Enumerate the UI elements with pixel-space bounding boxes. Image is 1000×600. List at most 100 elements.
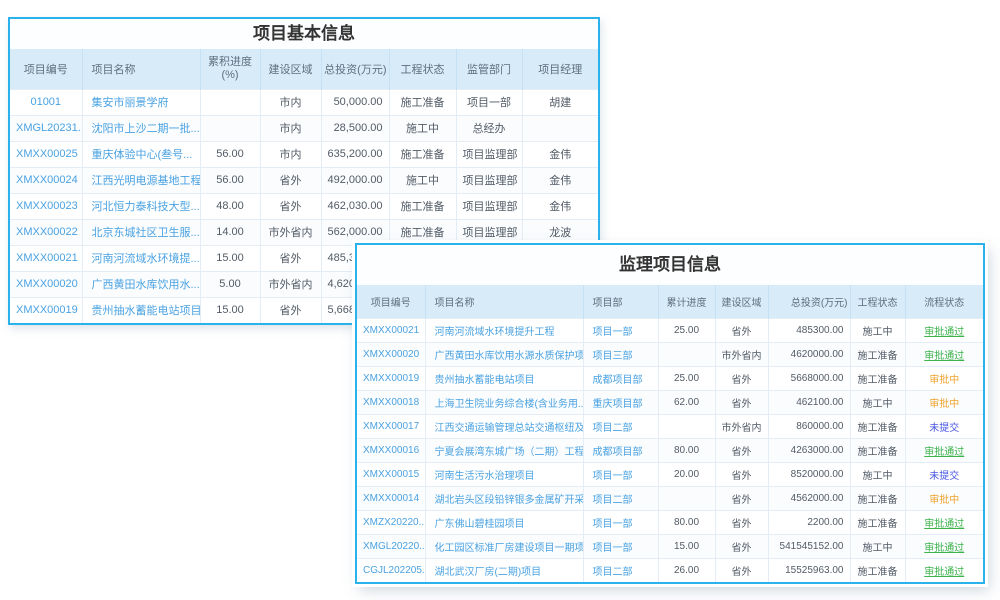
- cell-flow[interactable]: 审批通过: [905, 318, 983, 342]
- cell-name[interactable]: 河南生活污水治理项目: [425, 462, 583, 486]
- cell-flow[interactable]: 审批通过: [905, 534, 983, 558]
- cell-department[interactable]: 项目一部: [583, 534, 658, 558]
- supervision-table-body: XMXX00021河南河流域水环境提升工程项目一部25.00省外485300.0…: [357, 318, 983, 582]
- cell-code[interactable]: XMXX00024: [10, 167, 82, 193]
- cell-flow[interactable]: 审批通过: [905, 510, 983, 534]
- cell-department: 总经办: [456, 115, 522, 141]
- cell-name[interactable]: 沈阳市上沙二期一批...: [82, 115, 200, 141]
- cell-name[interactable]: 北京东城社区卫生服...: [82, 219, 200, 245]
- cell-status: 施工中: [850, 462, 905, 486]
- cell-name[interactable]: 化工园区标准厂房建设项目一期项目: [425, 534, 583, 558]
- cell-investment: 541545152.00: [768, 534, 850, 558]
- cell-department[interactable]: 成都项目部: [583, 366, 658, 390]
- cell-code[interactable]: XMXX00018: [357, 390, 425, 414]
- cell-progress: 62.00: [658, 390, 715, 414]
- column-header-investment: 总投资(万元): [321, 49, 389, 89]
- cell-region: 省外: [715, 462, 768, 486]
- column-header-code: 项目编号: [357, 285, 425, 318]
- cell-flow[interactable]: 审批通过: [905, 558, 983, 582]
- cell-code[interactable]: XMXX00021: [357, 318, 425, 342]
- cell-region: 省外: [715, 438, 768, 462]
- cell-investment: 28,500.00: [321, 115, 389, 141]
- cell-code[interactable]: XMXX00019: [357, 366, 425, 390]
- table-row: XMXX00022北京东城社区卫生服...14.00市外省内562,000.00…: [10, 219, 598, 245]
- cell-progress: 80.00: [658, 438, 715, 462]
- cell-code[interactable]: XMXX00021: [10, 245, 82, 271]
- cell-region: 省外: [260, 167, 321, 193]
- cell-region: 省外: [260, 297, 321, 323]
- cell-department[interactable]: 项目二部: [583, 414, 658, 438]
- cell-name[interactable]: 贵州抽水蓄能电站项目: [425, 366, 583, 390]
- cell-name[interactable]: 江西光明电源基地工程: [82, 167, 200, 193]
- column-header-region: 建设区域: [260, 49, 321, 89]
- cell-department[interactable]: 项目二部: [583, 486, 658, 510]
- table-row: XMXX00021河南河流域水环境提升工程项目一部25.00省外485300.0…: [357, 318, 983, 342]
- cell-name[interactable]: 重庆体验中心(叁号...: [82, 141, 200, 167]
- cell-code[interactable]: XMXX00016: [357, 438, 425, 462]
- cell-code[interactable]: XMXX00019: [10, 297, 82, 323]
- column-header-flow: 流程状态: [905, 285, 983, 318]
- cell-status: 施工准备: [850, 510, 905, 534]
- cell-status: 施工准备: [850, 414, 905, 438]
- cell-code[interactable]: XMXX00014: [357, 486, 425, 510]
- cell-code[interactable]: XMXX00015: [357, 462, 425, 486]
- table-row: XMXX00015河南生活污水治理项目项目一部20.00省外8520000.00…: [357, 462, 983, 486]
- cell-manager: [522, 115, 598, 141]
- cell-code[interactable]: XMGL20220...: [357, 534, 425, 558]
- cell-progress: [658, 414, 715, 438]
- cell-flow[interactable]: 审批通过: [905, 342, 983, 366]
- column-header-department: 项目部: [583, 285, 658, 318]
- cell-code[interactable]: CGJL202205...: [357, 558, 425, 582]
- cell-department[interactable]: 项目三部: [583, 342, 658, 366]
- cell-status: 施工准备: [850, 558, 905, 582]
- cell-department[interactable]: 项目二部: [583, 558, 658, 582]
- cell-name[interactable]: 贵州抽水蓄能电站项目: [82, 297, 200, 323]
- cell-code[interactable]: XMZX20220...: [357, 510, 425, 534]
- table-row: XMXX00025重庆体验中心(叁号...56.00市内635,200.00施工…: [10, 141, 598, 167]
- cell-investment: 15525963.00: [768, 558, 850, 582]
- cell-department: 项目监理部: [456, 141, 522, 167]
- cell-region: 省外: [715, 558, 768, 582]
- cell-code[interactable]: XMXX00022: [10, 219, 82, 245]
- cell-name[interactable]: 湖北岩头区段铅锌银多金属矿开采...: [425, 486, 583, 510]
- cell-flow[interactable]: 审批通过: [905, 438, 983, 462]
- cell-name[interactable]: 湖北武汉厂房(二期)项目: [425, 558, 583, 582]
- cell-department[interactable]: 项目一部: [583, 318, 658, 342]
- cell-name[interactable]: 河北恒力泰科技大型...: [82, 193, 200, 219]
- cell-code[interactable]: XMXX00020: [357, 342, 425, 366]
- cell-department[interactable]: 重庆项目部: [583, 390, 658, 414]
- cell-status: 施工准备: [389, 219, 456, 245]
- cell-region: 省外: [715, 510, 768, 534]
- cell-status: 施工准备: [850, 438, 905, 462]
- cell-name[interactable]: 江西交通运输管理总站交通枢纽及...: [425, 414, 583, 438]
- cell-name[interactable]: 河南河流域水环境提升工程: [425, 318, 583, 342]
- column-header-progress: 累积进度(%): [200, 49, 260, 89]
- cell-name[interactable]: 河南河流域水环境提...: [82, 245, 200, 271]
- cell-code[interactable]: XMXX00020: [10, 271, 82, 297]
- basic-header-row: 项目编号项目名称累积进度(%)建设区域总投资(万元)工程状态监管部门项目经理: [10, 49, 598, 89]
- cell-name[interactable]: 广西黄田水库饮用水...: [82, 271, 200, 297]
- cell-name[interactable]: 宁夏会展湾东城广场（二期）工程: [425, 438, 583, 462]
- cell-manager: 金伟: [522, 141, 598, 167]
- cell-name[interactable]: 上海卫生院业务综合楼(含业务用...: [425, 390, 583, 414]
- cell-code[interactable]: XMGL20231...: [10, 115, 82, 141]
- cell-name[interactable]: 广西黄田水库饮用水源水质保护项目: [425, 342, 583, 366]
- cell-department[interactable]: 项目一部: [583, 462, 658, 486]
- cell-investment: 2200.00: [768, 510, 850, 534]
- column-header-status: 工程状态: [389, 49, 456, 89]
- cell-investment: 50,000.00: [321, 89, 389, 115]
- cell-progress: 26.00: [658, 558, 715, 582]
- table-row: XMXX00014湖北岩头区段铅锌银多金属矿开采...项目二部省外4562000…: [357, 486, 983, 510]
- cell-flow: 审批中: [905, 486, 983, 510]
- cell-code[interactable]: XMXX00017: [357, 414, 425, 438]
- cell-progress: 56.00: [200, 167, 260, 193]
- cell-name[interactable]: 集安市丽景学府: [82, 89, 200, 115]
- cell-progress: 25.00: [658, 318, 715, 342]
- cell-name[interactable]: 广东佛山碧桂园项目: [425, 510, 583, 534]
- cell-code[interactable]: XMXX00023: [10, 193, 82, 219]
- cell-code[interactable]: 01001: [10, 89, 82, 115]
- cell-department[interactable]: 成都项目部: [583, 438, 658, 462]
- cell-code[interactable]: XMXX00025: [10, 141, 82, 167]
- cell-status: 施工中: [389, 167, 456, 193]
- cell-department[interactable]: 项目一部: [583, 510, 658, 534]
